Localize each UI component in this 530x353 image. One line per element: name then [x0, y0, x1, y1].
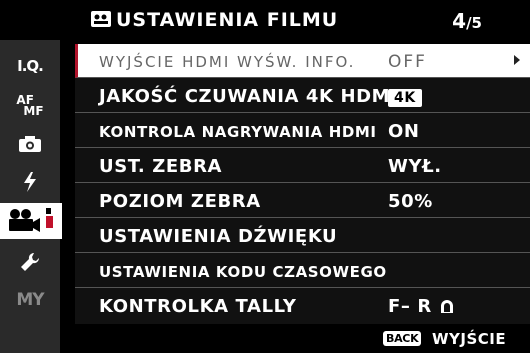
menu-row-4k-hdmi-standby[interactable]: JAKOŚĆ CZUWANIA 4K HDMI 4K [75, 79, 530, 113]
menu-header: USTAWIENIA FILMU 4/5 [60, 0, 530, 42]
menu-list: WYJŚCIE HDMI WYŚW. INFO. OFF JAKOŚĆ CZUW… [75, 44, 530, 324]
camera-menu-screen: USTAWIENIA FILMU 4/5 I.Q. AF MF MY WYJŚC… [0, 0, 530, 353]
movie-camera-icon [91, 11, 111, 27]
menu-row-zebra-setting[interactable]: UST. ZEBRA WYŁ. [75, 149, 530, 183]
menu-footer: BACK WYJŚCIE [75, 326, 530, 353]
menu-row-zebra-level[interactable]: POZIOM ZEBRA 50% [75, 184, 530, 218]
menu-row-label: UST. ZEBRA [99, 156, 223, 177]
menu-row-value: F– R [388, 296, 455, 317]
menu-row-value: 50% [388, 191, 433, 212]
menu-row-timecode-setting[interactable]: USTAWIENIA KODU CZASOWEGO [75, 254, 530, 288]
tally-lamp-icon [440, 300, 453, 313]
sidebar-item-image-quality[interactable]: I.Q. [0, 48, 60, 84]
chevron-right-icon [514, 55, 520, 65]
sidebar-item-setup[interactable] [0, 244, 60, 280]
menu-category-sidebar: I.Q. AF MF MY [0, 40, 62, 353]
af-mf-icon: AF MF [16, 93, 44, 118]
movie-camera-icon [9, 208, 53, 232]
menu-row-hdmi-rec-control[interactable]: KONTROLA NAGRYWANIA HDMI ON [75, 114, 530, 148]
flash-icon [24, 172, 36, 192]
page-total: /5 [466, 14, 482, 32]
menu-row-label: USTAWIENIA DŹWIĘKU [99, 226, 338, 247]
back-label: WYJŚCIE [432, 330, 507, 348]
sidebar-item-flash[interactable] [0, 164, 60, 200]
camera-icon [19, 136, 41, 152]
menu-row-label: JAKOŚĆ CZUWANIA 4K HDMI [99, 86, 398, 107]
my-menu-icon: MY [16, 290, 44, 310]
4k-badge: 4K [388, 89, 422, 107]
menu-row-label: KONTROLA NAGRYWANIA HDMI [99, 123, 377, 141]
wrench-icon [21, 252, 40, 271]
menu-row-label: USTAWIENIA KODU CZASOWEGO [99, 263, 387, 281]
menu-title: USTAWIENIA FILMU [116, 9, 339, 31]
menu-row-value: OFF [388, 52, 427, 72]
page-indicator: 4/5 [452, 9, 482, 33]
back-button[interactable]: BACK [383, 331, 422, 346]
menu-row-label: KONTROLKA TALLY [99, 296, 297, 317]
image-quality-icon: I.Q. [17, 57, 44, 75]
menu-row-label: POZIOM ZEBRA [99, 191, 261, 212]
menu-row-tally-light[interactable]: KONTROLKA TALLY F– R [75, 289, 530, 323]
sidebar-item-shooting[interactable] [0, 126, 60, 162]
tally-value-text: F– R [388, 296, 432, 317]
sidebar-item-movie[interactable] [0, 203, 62, 239]
menu-row-value: ON [388, 121, 420, 142]
menu-row-value: 4K [388, 86, 422, 107]
sidebar-item-af-mf[interactable]: AF MF [0, 88, 60, 124]
menu-row-label: WYJŚCIE HDMI WYŚW. INFO. [99, 53, 356, 71]
page-current: 4 [452, 9, 467, 33]
menu-row-hdmi-info-display[interactable]: WYJŚCIE HDMI WYŚW. INFO. OFF [75, 44, 530, 78]
sidebar-item-my-menu[interactable]: MY [0, 282, 60, 318]
menu-row-value: WYŁ. [388, 156, 442, 177]
menu-row-audio-setting[interactable]: USTAWIENIA DŹWIĘKU [75, 219, 530, 253]
